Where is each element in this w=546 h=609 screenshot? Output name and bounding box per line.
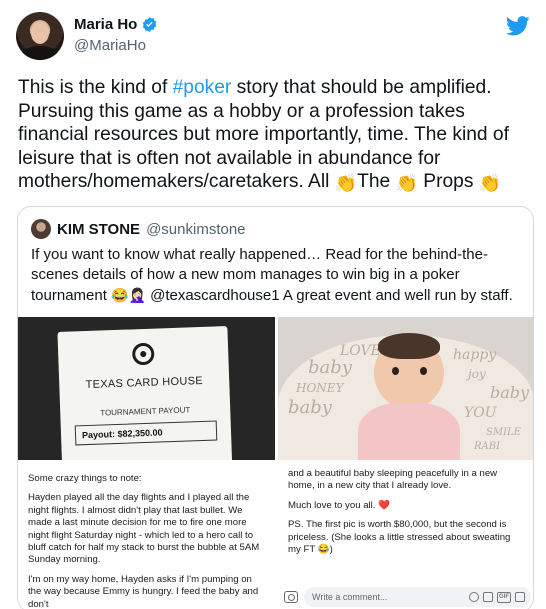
doc-paragraph: PS. The first pic is worth $80,000, but … [278, 519, 533, 556]
camera-icon[interactable] [284, 591, 298, 603]
payout-value: $82,350.00 [117, 427, 163, 439]
pillow-word: joy [468, 367, 486, 381]
payout-label: Payout: [81, 429, 116, 441]
author-name-row: Maria Ho [74, 16, 158, 33]
payout-ticket-photo[interactable]: TEXAS CARD HOUSE TOURNAMENT PAYOUT Payou… [18, 317, 275, 460]
pillow-word: RABI [474, 441, 501, 452]
pillow-word: happy [453, 347, 497, 363]
baby-body [358, 403, 460, 460]
avatar-face [31, 22, 49, 44]
media-grid: TEXAS CARD HOUSE TOURNAMENT PAYOUT Payou… [18, 317, 533, 609]
avatar-shoulder [20, 46, 60, 60]
quoted-author-avatar [31, 219, 51, 239]
twitter-bird-icon[interactable] [505, 16, 530, 36]
author-name-block: Maria Ho @MariaHo [74, 16, 158, 54]
doc-paragraph: and a beautiful baby sleeping peacefully… [288, 468, 498, 492]
hashtag-link[interactable]: #poker [173, 77, 232, 98]
baby-eye [420, 367, 427, 375]
pillow-word: SMILE [486, 427, 521, 438]
author-handle[interactable]: @MariaHo [74, 37, 158, 54]
baby-eye [392, 367, 399, 375]
ticket-title: TEXAS CARD HOUSE [85, 374, 204, 392]
pillow-word: baby [288, 397, 332, 418]
post-screenshot-left[interactable]: Some crazy things to note: Hayden played… [18, 462, 275, 609]
doc-paragraph: Hayden played all the day flights and I … [28, 492, 260, 566]
post-screenshot-right[interactable]: and a beautiful baby sleeping peacefully… [278, 462, 533, 609]
doc-paragraph: Some crazy things to note: [28, 473, 142, 484]
doc-paragraph: Much love to you all. ❤️ [288, 499, 391, 511]
doc-paragraph: I'm on my way home, Hayden asks if I'm p… [28, 573, 259, 609]
pillow-word: YOU [464, 405, 497, 421]
quoted-author-name: KIM STONE [57, 220, 141, 238]
quoted-author-handle: @sunkimstone [146, 220, 246, 238]
comment-placeholder: Write a comment... [312, 592, 388, 602]
sticker-icon[interactable] [515, 591, 525, 602]
comment-bar: Write a comment... GIF [284, 586, 531, 608]
quoted-tweet-header: KIM STONE @sunkimstone [31, 219, 246, 239]
author-avatar[interactable] [16, 12, 64, 60]
author-name[interactable]: Maria Ho [74, 16, 137, 33]
tweet-body: This is the kind of #poker story that sh… [18, 76, 538, 194]
quoted-text-part-2: @texascardhouse1 A great event and well … [145, 287, 513, 304]
laughing-facepalm-emoji: 😂🤦🏻‍♀️ [111, 287, 146, 303]
pillow-word: baby [490, 383, 530, 402]
gif-icon[interactable]: GIF [497, 591, 511, 603]
card-house-logo-icon [131, 342, 155, 366]
quoted-tweet-text: If you want to know what really happened… [31, 245, 526, 306]
quoted-tweet-card[interactable]: KIM STONE @sunkimstone If you want to kn… [17, 206, 534, 609]
baby-hair [378, 333, 440, 359]
ticket-paper: TEXAS CARD HOUSE TOURNAMENT PAYOUT Payou… [57, 326, 233, 460]
tweet-text-start: This is the kind of [18, 77, 173, 98]
tweet-header: Maria Ho @MariaHo [16, 12, 530, 60]
ticket-payout-box: Payout: $82,350.00 [74, 420, 218, 446]
clap-emoji: 👏 [478, 173, 502, 194]
ticket-subtitle: TOURNAMENT PAYOUT [100, 405, 191, 418]
pillow-word: HONEY [296, 381, 344, 395]
clap-emoji: 👏 [334, 173, 358, 194]
camera-icon[interactable] [483, 591, 493, 602]
comment-input[interactable]: Write a comment... GIF [304, 587, 531, 607]
tweet-word-props: Props [417, 171, 479, 193]
clap-emoji: 👏 [395, 173, 418, 194]
verified-badge-icon [141, 16, 158, 33]
tweet-word-the: The [357, 171, 396, 193]
baby-photo[interactable]: LOVE baby HONEY baby happy joy baby YOU … [278, 317, 533, 460]
emoji-icon[interactable] [469, 591, 479, 602]
pillow-word: baby [308, 357, 352, 378]
comment-icons: GIF [469, 591, 531, 603]
